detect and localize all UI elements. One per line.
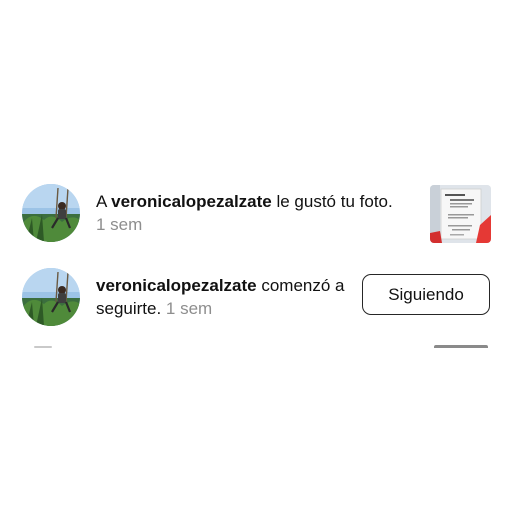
notification-action: le gustó tu foto.	[271, 192, 393, 211]
notification-follow[interactable]: veronicalopezalzate comenzó a seguirte. …	[0, 262, 512, 332]
notification-time: 1 sem	[161, 299, 213, 318]
avatar-photo-icon	[22, 268, 80, 326]
avatar-photo-icon	[22, 184, 80, 242]
next-thumbnail-partial	[434, 345, 488, 348]
user-avatar[interactable]	[22, 184, 80, 242]
notification-time: 1 sem	[96, 215, 143, 234]
following-button[interactable]: Siguiendo	[362, 274, 490, 315]
notification-text: A veronicalopezalzate le gustó tu foto. …	[96, 190, 426, 236]
username-link[interactable]: veronicalopezalzate	[96, 276, 257, 295]
next-avatar-partial	[34, 346, 52, 348]
username-link[interactable]: veronicalopezalzate	[111, 192, 272, 211]
post-thumbnail[interactable]	[430, 185, 491, 243]
notification-prefix: A	[96, 192, 112, 211]
post-thumbnail-icon	[430, 185, 491, 243]
notification-text: veronicalopezalzate comenzó a seguirte. …	[96, 274, 356, 320]
notification-like[interactable]: A veronicalopezalzate le gustó tu foto. …	[0, 178, 512, 248]
user-avatar[interactable]	[22, 268, 80, 326]
